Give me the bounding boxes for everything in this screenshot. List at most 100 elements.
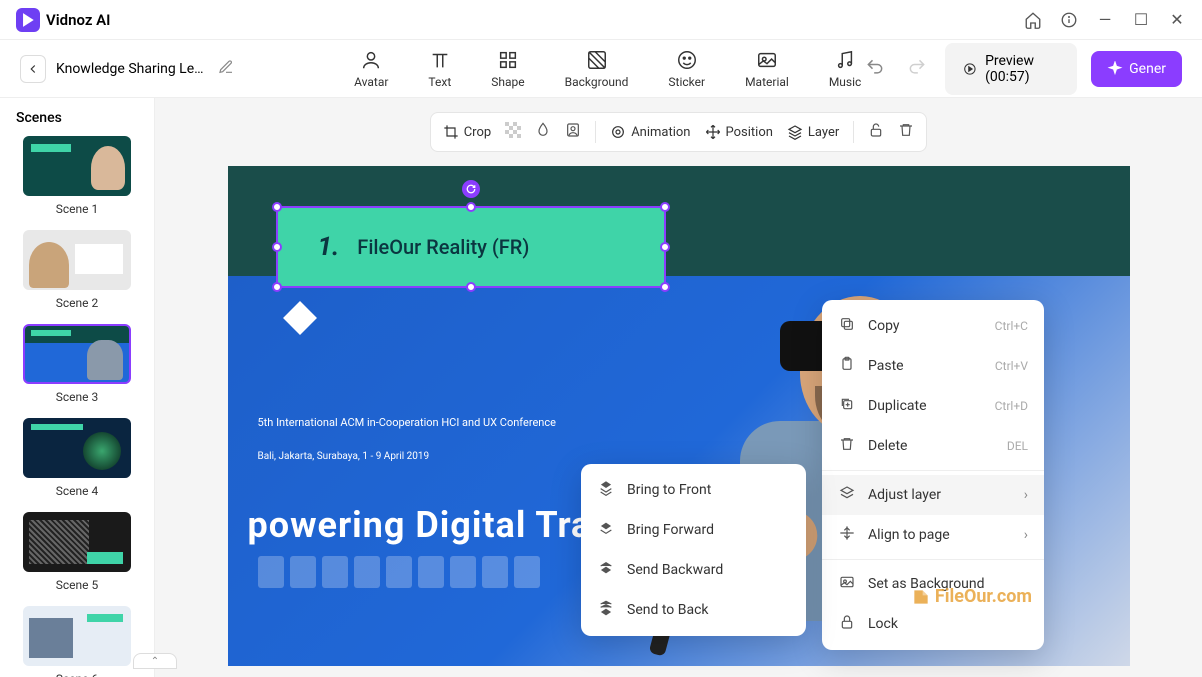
edit-title-icon[interactable] xyxy=(218,59,234,79)
bring-forward-icon xyxy=(597,520,615,540)
menu-shortcut: Ctrl+C xyxy=(995,319,1028,333)
scene-label: Scene 2 xyxy=(16,296,138,310)
unlock-icon[interactable] xyxy=(868,122,884,142)
chevron-right-icon: › xyxy=(1024,487,1028,503)
transparency-icon[interactable] xyxy=(505,122,521,142)
tool-text-label: Text xyxy=(428,75,451,89)
paste-icon xyxy=(838,356,856,376)
watermark-text: FileOur.com xyxy=(935,586,1032,607)
crop-button[interactable]: Crop xyxy=(443,124,491,140)
tool-shape[interactable]: Shape xyxy=(491,49,524,89)
menu-label: Delete xyxy=(868,438,907,454)
scene-label: Scene 1 xyxy=(16,202,138,216)
layer-label: Layer xyxy=(808,125,839,140)
generate-button[interactable]: Gener xyxy=(1091,51,1182,87)
layer-button[interactable]: Layer xyxy=(787,124,839,140)
chevron-right-icon: › xyxy=(1024,527,1028,543)
app-name: Vidnoz AI xyxy=(46,11,110,29)
image-icon xyxy=(838,574,856,594)
scene-label: Scene 4 xyxy=(16,484,138,498)
app-logo: Vidnoz AI xyxy=(16,8,110,32)
project-title: Knowledge Sharing Lectu… xyxy=(56,61,210,77)
maximize-button[interactable]: ☐ xyxy=(1132,10,1150,29)
back-button[interactable] xyxy=(20,55,46,83)
avatar-row xyxy=(258,556,540,588)
droplet-icon[interactable] xyxy=(535,122,551,142)
watermark: FileOur.com xyxy=(911,586,1032,607)
resize-handle[interactable] xyxy=(272,242,282,252)
menu-copy[interactable]: Copy Ctrl+C xyxy=(822,306,1044,346)
scene-item[interactable]: Scene 5 xyxy=(16,512,138,592)
align-icon xyxy=(838,525,856,545)
context-submenu: Bring to Front Bring Forward Send Backwa… xyxy=(581,464,806,636)
rotate-handle[interactable] xyxy=(462,180,480,198)
resize-handle[interactable] xyxy=(466,282,476,292)
submenu-bring-front[interactable]: Bring to Front xyxy=(581,470,806,510)
home-icon[interactable] xyxy=(1024,11,1042,29)
preview-button[interactable]: Preview (00:57) xyxy=(945,43,1077,95)
animation-label: Animation xyxy=(631,125,690,140)
tool-material-label: Material xyxy=(745,75,789,89)
resize-handle[interactable] xyxy=(660,242,670,252)
menu-label: Duplicate xyxy=(868,398,927,414)
position-label: Position xyxy=(726,125,773,140)
tool-background[interactable]: Background xyxy=(565,49,629,89)
animation-button[interactable]: Animation xyxy=(610,124,690,140)
canvas-toolbar: Crop Animation Position Layer xyxy=(430,112,928,152)
scene-item[interactable]: Scene 1 xyxy=(16,136,138,216)
submenu-send-backward[interactable]: Send Backward xyxy=(581,550,806,590)
crop-label: Crop xyxy=(464,125,491,140)
banner-text: 5th International ACM in-Cooperation HCI… xyxy=(258,416,556,429)
trash-icon[interactable] xyxy=(898,122,914,142)
resize-handle[interactable] xyxy=(660,202,670,212)
menu-duplicate[interactable]: Duplicate Ctrl+D xyxy=(822,386,1044,426)
menu-align-page[interactable]: Align to page › xyxy=(822,515,1044,555)
menu-label: Align to page xyxy=(868,527,950,543)
menu-adjust-layer[interactable]: Adjust layer › xyxy=(822,475,1044,515)
scene-item[interactable]: Scene 6 xyxy=(16,606,138,677)
menu-lock[interactable]: Lock xyxy=(822,604,1044,644)
tool-shape-label: Shape xyxy=(491,75,524,89)
submenu-label: Send Backward xyxy=(627,562,723,578)
menu-shortcut: DEL xyxy=(1007,439,1028,453)
position-button[interactable]: Position xyxy=(705,124,773,140)
scene-label: Scene 6 xyxy=(16,672,138,677)
scene-item[interactable]: Scene 4 xyxy=(16,418,138,498)
submenu-bring-forward[interactable]: Bring Forward xyxy=(581,510,806,550)
menu-shortcut: Ctrl+D xyxy=(995,399,1028,413)
tool-music[interactable]: Music xyxy=(829,49,861,89)
selected-number: 1. xyxy=(318,232,340,262)
sidebar-collapse-button[interactable]: ⌃ xyxy=(133,653,177,669)
menu-delete[interactable]: Delete DEL xyxy=(822,426,1044,466)
selected-text-element[interactable]: 1. FileOur Reality (FR) xyxy=(276,206,666,288)
tool-material[interactable]: Material xyxy=(745,49,789,89)
send-back-icon xyxy=(597,600,615,620)
menu-label: Adjust layer xyxy=(868,487,941,503)
tool-avatar[interactable]: Avatar xyxy=(354,49,388,89)
redo-button[interactable] xyxy=(903,53,931,85)
delete-icon xyxy=(838,436,856,456)
menu-shortcut: Ctrl+V xyxy=(995,359,1028,373)
submenu-send-back[interactable]: Send to Back xyxy=(581,590,806,630)
tool-sticker[interactable]: Sticker xyxy=(668,49,705,89)
resize-handle[interactable] xyxy=(660,282,670,292)
menu-label: Copy xyxy=(868,318,900,334)
menu-label: Lock xyxy=(868,616,898,632)
resize-handle[interactable] xyxy=(272,282,282,292)
resize-handle[interactable] xyxy=(466,202,476,212)
minimize-button[interactable]: — xyxy=(1096,10,1114,29)
portrait-icon[interactable] xyxy=(565,122,581,142)
submenu-label: Bring Forward xyxy=(627,522,714,538)
bring-front-icon xyxy=(597,480,615,500)
info-icon[interactable] xyxy=(1060,11,1078,29)
undo-button[interactable] xyxy=(861,53,889,85)
lock-icon xyxy=(838,614,856,634)
scene-item[interactable]: Scene 3 xyxy=(16,324,138,404)
menu-label: Paste xyxy=(868,358,904,374)
menu-paste[interactable]: Paste Ctrl+V xyxy=(822,346,1044,386)
close-button[interactable]: ✕ xyxy=(1168,10,1186,29)
tool-text[interactable]: Text xyxy=(428,49,451,89)
logo-icon xyxy=(16,8,40,32)
scene-item[interactable]: Scene 2 xyxy=(16,230,138,310)
resize-handle[interactable] xyxy=(272,202,282,212)
